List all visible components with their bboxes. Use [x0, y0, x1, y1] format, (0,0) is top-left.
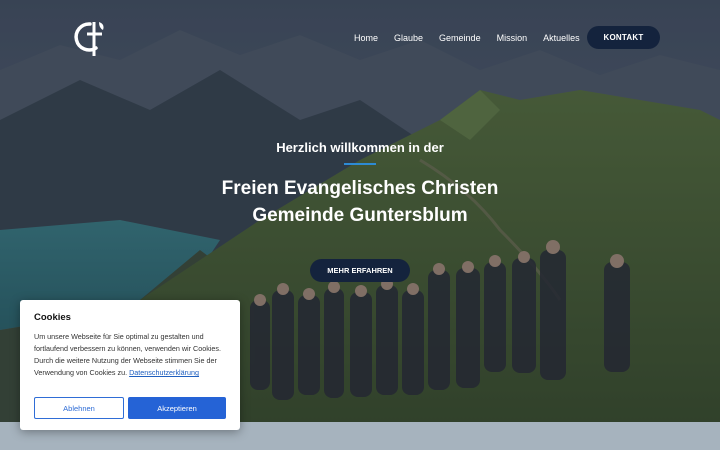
privacy-policy-link[interactable]: Datenschutzerklärung — [129, 368, 199, 377]
nav-item-glaube[interactable]: Glaube — [394, 32, 423, 44]
cookie-consent-dialog: Cookies Um unsere Webseite für Sie optim… — [20, 300, 240, 430]
decline-cookies-button[interactable]: Ablehnen — [34, 397, 124, 419]
nav-item-aktuelles[interactable]: Aktuelles — [543, 32, 580, 44]
nav-item-gemeinde[interactable]: Gemeinde — [439, 32, 481, 44]
cookie-text: Um unsere Webseite für Sie optimal zu ge… — [34, 331, 226, 379]
cookie-title: Cookies — [34, 312, 71, 323]
hero-title-line-2: Gemeinde Guntersblum — [252, 205, 468, 226]
accept-cookies-button[interactable]: Akzeptieren — [128, 397, 226, 419]
nav-item-home[interactable]: Home — [354, 32, 378, 44]
hero-title: Freien Evangelisches Christen Gemeinde G… — [0, 175, 720, 229]
nav-item-mission[interactable]: Mission — [497, 32, 528, 44]
hero-divider — [344, 163, 376, 165]
hero-title-line-1: Freien Evangelisches Christen — [221, 178, 499, 199]
church-logo-icon[interactable] — [72, 18, 108, 58]
contact-button[interactable]: KONTAKT — [587, 26, 660, 49]
cookie-buttons: Ablehnen Akzeptieren — [34, 397, 226, 419]
hero-welcome-text: Herzlich willkommen in der — [276, 140, 444, 155]
main-navigation: Home Glaube Gemeinde Mission Aktuelles — [354, 32, 596, 44]
learn-more-button[interactable]: MEHR ERFAHREN — [310, 259, 410, 282]
